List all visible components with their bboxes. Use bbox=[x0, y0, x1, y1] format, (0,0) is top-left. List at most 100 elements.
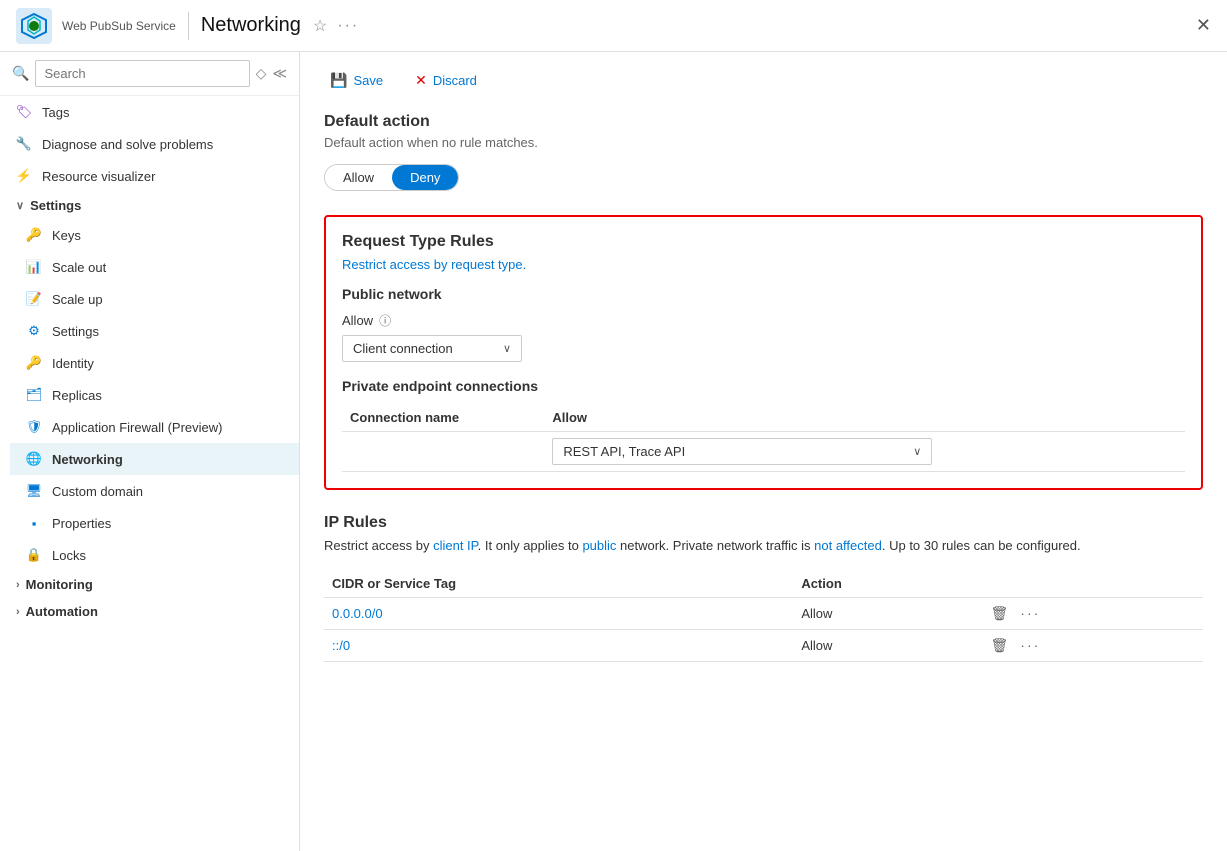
endpoint-row: REST API, Trace API ∨ bbox=[342, 432, 1185, 472]
request-type-rules-box: Request Type Rules Restrict access by re… bbox=[324, 215, 1203, 490]
identity-icon: 🔑 bbox=[26, 355, 42, 371]
client-ip-link[interactable]: client IP bbox=[433, 538, 478, 553]
pin-icon[interactable]: ◇ bbox=[256, 65, 267, 82]
cidr-value: ::/0 bbox=[332, 638, 350, 653]
save-label: Save bbox=[353, 73, 383, 88]
search-icon: 🔍 bbox=[12, 65, 29, 82]
toolbar: 💾 Save ✕ Discard bbox=[324, 68, 1203, 93]
discard-button[interactable]: ✕ Discard bbox=[409, 68, 483, 93]
monitoring-section-header[interactable]: › Monitoring bbox=[0, 571, 299, 598]
action-value: Allow bbox=[793, 597, 982, 629]
ip-rules-section: IP Rules Restrict access by client IP. I… bbox=[324, 514, 1203, 662]
not-affected-link[interactable]: not affected bbox=[814, 538, 882, 553]
more-options-icon[interactable]: ··· bbox=[1020, 605, 1040, 621]
sidebar-item-replicas[interactable]: 🗂 Replicas bbox=[10, 379, 299, 411]
more-options-icon[interactable]: ··· bbox=[1020, 637, 1040, 653]
private-endpoint-section: Private endpoint connections Connection … bbox=[342, 378, 1185, 472]
public-link[interactable]: public bbox=[582, 538, 616, 553]
top-bar: Web PubSub Service Networking ☆ ··· ✕ bbox=[0, 0, 1227, 52]
sidebar-item-label: Identity bbox=[52, 356, 94, 371]
ip-row-actions: 🗑 ··· bbox=[991, 637, 1195, 654]
monitoring-chevron: › bbox=[16, 579, 20, 591]
collapse-icon[interactable]: ≪ bbox=[272, 65, 287, 82]
replicas-icon: 🗂 bbox=[26, 387, 42, 403]
sidebar-item-properties[interactable]: ▪ Properties bbox=[10, 507, 299, 539]
ip-rules-title: IP Rules bbox=[324, 514, 1203, 532]
delete-icon[interactable]: 🗑 bbox=[991, 637, 1009, 654]
sidebar-item-label: Scale up bbox=[52, 292, 103, 307]
rest-api-dropdown[interactable]: REST API, Trace API ∨ bbox=[552, 438, 932, 465]
private-endpoint-title: Private endpoint connections bbox=[342, 378, 1185, 394]
deny-toggle[interactable]: Deny bbox=[392, 165, 458, 190]
settings-icon: ⚙ bbox=[26, 323, 42, 339]
ip-rules-subtitle: Restrict access by client IP. It only ap… bbox=[324, 536, 1203, 556]
content-area: 💾 Save ✕ Discard Default action Default … bbox=[300, 52, 1227, 851]
scale-up-icon: 📝 bbox=[26, 291, 42, 307]
sidebar: 🔍 ◇ ≪ 🏷 Tags 🔧 Diagnose and solve proble… bbox=[0, 52, 300, 851]
sidebar-item-label: Locks bbox=[52, 548, 86, 563]
sidebar-item-scale-out[interactable]: 📊 Scale out bbox=[10, 251, 299, 283]
sidebar-item-keys[interactable]: 🔑 Keys bbox=[10, 219, 299, 251]
close-button[interactable]: ✕ bbox=[1196, 15, 1211, 36]
sidebar-item-label: Custom domain bbox=[52, 484, 143, 499]
locks-icon: 🔒 bbox=[26, 547, 42, 563]
cidr-value: 0.0.0.0/0 bbox=[332, 606, 383, 621]
page-title: Networking bbox=[201, 14, 301, 37]
settings-section-header[interactable]: ∨ Settings bbox=[0, 192, 299, 219]
allow-label: Allow bbox=[342, 313, 373, 328]
sidebar-item-custom-domain[interactable]: 🖥 Custom domain bbox=[10, 475, 299, 507]
delete-icon[interactable]: 🗑 bbox=[991, 605, 1009, 622]
action-value: Allow bbox=[793, 629, 982, 661]
resource-visualizer-icon: ⚡ bbox=[16, 168, 32, 184]
automation-chevron: › bbox=[16, 606, 20, 618]
sidebar-item-resource-visualizer[interactable]: ⚡ Resource visualizer bbox=[0, 160, 299, 192]
connection-name-cell bbox=[342, 432, 544, 472]
ip-rule-row: ::/0 Allow 🗑 ··· bbox=[324, 629, 1203, 661]
request-type-rules-subtitle[interactable]: Restrict access by request type. bbox=[342, 257, 1185, 272]
sidebar-search-row: 🔍 ◇ ≪ bbox=[0, 52, 299, 96]
public-network-section: Public network Allow ⓘ Client connection… bbox=[342, 286, 1185, 362]
client-connection-value: Client connection bbox=[353, 341, 453, 356]
endpoint-table: Connection name Allow REST API, Trace AP… bbox=[342, 404, 1185, 472]
scale-out-icon: 📊 bbox=[26, 259, 42, 275]
save-icon: 💾 bbox=[330, 72, 347, 89]
main-layout: 🔍 ◇ ≪ 🏷 Tags 🔧 Diagnose and solve proble… bbox=[0, 52, 1227, 851]
more-options-dots[interactable]: ··· bbox=[337, 17, 359, 35]
allow-header: Allow bbox=[544, 404, 1185, 432]
app-logo bbox=[16, 8, 52, 44]
connection-name-header: Connection name bbox=[342, 404, 544, 432]
custom-domain-icon: 🖥 bbox=[26, 483, 42, 499]
sidebar-item-label: Keys bbox=[52, 228, 81, 243]
action-header: Action bbox=[793, 570, 982, 598]
keys-icon: 🔑 bbox=[26, 227, 42, 243]
sidebar-item-label: Resource visualizer bbox=[42, 169, 155, 184]
favorite-star[interactable]: ☆ bbox=[313, 16, 327, 36]
discard-label: Discard bbox=[433, 73, 477, 88]
request-type-rules-title: Request Type Rules bbox=[342, 233, 1185, 251]
client-connection-dropdown[interactable]: Client connection ∨ bbox=[342, 335, 522, 362]
sidebar-item-app-firewall[interactable]: 🛡 Application Firewall (Preview) bbox=[10, 411, 299, 443]
automation-section-header[interactable]: › Automation bbox=[0, 598, 299, 625]
networking-icon: 🌐 bbox=[26, 451, 42, 467]
sidebar-item-scale-up[interactable]: 📝 Scale up bbox=[10, 283, 299, 315]
sidebar-item-diagnose[interactable]: 🔧 Diagnose and solve problems bbox=[0, 128, 299, 160]
sidebar-item-settings[interactable]: ⚙ Settings bbox=[10, 315, 299, 347]
ip-table: CIDR or Service Tag Action 0.0.0.0/0 All… bbox=[324, 570, 1203, 662]
rest-api-value: REST API, Trace API bbox=[563, 444, 685, 459]
allow-toggle[interactable]: Allow bbox=[325, 165, 392, 190]
default-action-toggle: Allow Deny bbox=[324, 164, 459, 191]
sidebar-item-label: Replicas bbox=[52, 388, 102, 403]
sidebar-item-locks[interactable]: 🔒 Locks bbox=[10, 539, 299, 571]
default-action-title: Default action bbox=[324, 113, 1203, 131]
sidebar-item-identity[interactable]: 🔑 Identity bbox=[10, 347, 299, 379]
default-action-section: Default action Default action when no ru… bbox=[324, 113, 1203, 191]
automation-label: Automation bbox=[26, 604, 98, 619]
info-icon[interactable]: ⓘ bbox=[379, 312, 391, 329]
sidebar-item-label: Properties bbox=[52, 516, 111, 531]
sidebar-item-networking[interactable]: 🌐 Networking bbox=[10, 443, 299, 475]
search-input[interactable] bbox=[35, 60, 249, 87]
sidebar-item-label: Scale out bbox=[52, 260, 106, 275]
sidebar-item-tags[interactable]: 🏷 Tags bbox=[0, 96, 299, 128]
dropdown-chevron-icon: ∨ bbox=[503, 342, 511, 355]
save-button[interactable]: 💾 Save bbox=[324, 68, 389, 93]
